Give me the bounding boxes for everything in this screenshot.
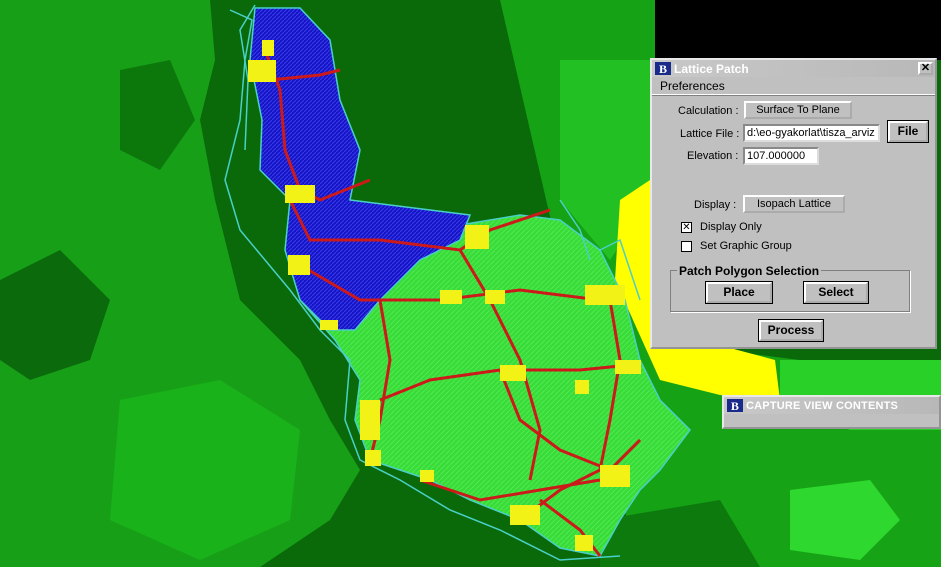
bentley-b-icon: B	[655, 62, 671, 76]
calculation-select[interactable]: Surface To Plane	[744, 101, 852, 119]
select-button[interactable]: Select	[803, 281, 869, 304]
menu-bar: Preferences	[652, 77, 935, 95]
capture-view-dialog: B CAPTURE VIEW CONTENTS	[722, 395, 941, 429]
patch-polygon-title: Patch Polygon Selection	[677, 264, 822, 278]
svg-text:B: B	[659, 62, 667, 76]
elevation-label: Elevation :	[687, 150, 739, 162]
capture-title: CAPTURE VIEW CONTENTS	[746, 399, 899, 412]
lattice-patch-dialog: B Lattice Patch ✕ Preferences Calculatio…	[650, 58, 937, 349]
bentley-b-icon: B	[727, 399, 743, 413]
svg-text:B: B	[731, 399, 739, 413]
dialog-title: Lattice Patch	[674, 61, 749, 76]
process-button[interactable]: Process	[758, 319, 824, 342]
display-only-checkbox[interactable]: ✕	[681, 222, 692, 233]
elevation-field[interactable]: 107.000000	[743, 147, 819, 165]
dialog-titlebar[interactable]: B Lattice Patch	[652, 60, 935, 77]
file-button[interactable]: File	[887, 120, 929, 143]
calculation-label: Calculation :	[678, 105, 739, 117]
display-label: Display :	[694, 199, 737, 211]
display-select[interactable]: Isopach Lattice	[743, 195, 845, 213]
set-graphic-group-label: Set Graphic Group	[700, 240, 792, 252]
place-button[interactable]: Place	[705, 281, 773, 304]
capture-titlebar[interactable]: B CAPTURE VIEW CONTENTS	[724, 397, 939, 414]
lattice-file-label: Lattice File :	[680, 128, 740, 140]
terrain-black-corner	[655, 0, 941, 60]
lattice-file-field[interactable]: d:\eo-gyakorlat\tisza_arviz	[743, 124, 880, 142]
menu-preferences[interactable]: Preferences	[660, 79, 725, 93]
set-graphic-group-checkbox[interactable]	[681, 241, 692, 252]
close-icon[interactable]: ✕	[918, 62, 933, 75]
display-only-label: Display Only	[700, 221, 762, 233]
